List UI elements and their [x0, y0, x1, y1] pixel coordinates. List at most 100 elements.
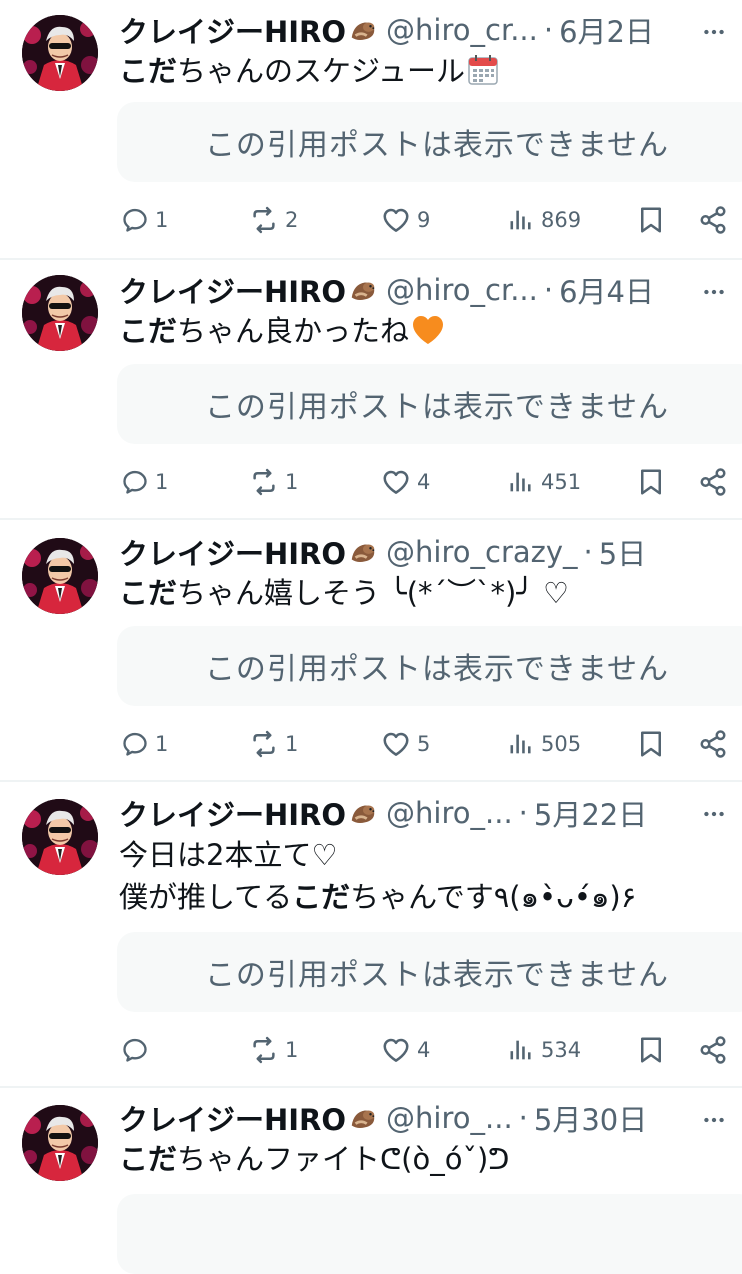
repost-count: 1 — [285, 732, 299, 756]
author-name[interactable]: クレイジーHIRO — [119, 1097, 346, 1139]
reply-button[interactable]: 1 — [121, 200, 168, 240]
views-button[interactable]: 505 — [507, 724, 581, 764]
like-count: 9 — [417, 208, 431, 232]
reply-button[interactable]: 1 — [121, 462, 168, 502]
text-line-2-pre: 僕が推してる — [119, 880, 293, 914]
repost-icon — [249, 467, 279, 497]
bookmark-button[interactable] — [636, 724, 666, 764]
like-count: 4 — [417, 470, 431, 494]
views-icon — [507, 468, 535, 496]
tweet-text: こだちゃん嬉しそう ╰(*´︶`*)╯ ♡ — [119, 572, 732, 614]
share-button[interactable] — [698, 200, 728, 240]
views-button[interactable]: 869 — [507, 200, 581, 240]
share-icon — [698, 467, 728, 497]
share-button[interactable] — [698, 462, 728, 502]
separator-dot: · — [543, 273, 554, 307]
views-button[interactable]: 534 — [507, 1030, 581, 1070]
otter-emoji-icon — [348, 275, 378, 305]
views-icon — [507, 1036, 535, 1064]
more-options-icon[interactable] — [698, 798, 730, 830]
quoted-post-unavailable[interactable]: この引用ポストは表示できません — [117, 102, 742, 182]
text-bold: こだ — [119, 1142, 178, 1176]
author-handle[interactable]: @hiro_... — [386, 796, 513, 830]
avatar[interactable] — [22, 15, 98, 91]
like-button[interactable]: 9 — [381, 200, 430, 240]
author-handle[interactable]: @hiro_crazy_ — [386, 535, 578, 569]
bookmark-button[interactable] — [636, 1030, 666, 1070]
bookmark-button[interactable] — [636, 462, 666, 502]
post-date[interactable]: 6月2日 — [559, 9, 654, 51]
like-button[interactable]: 5 — [381, 724, 430, 764]
share-icon — [698, 205, 728, 235]
text-bold: こだ — [119, 314, 178, 348]
repost-button[interactable]: 2 — [249, 200, 298, 240]
share-button[interactable] — [698, 1030, 728, 1070]
author-handle[interactable]: @hiro_... — [386, 1101, 513, 1135]
separator-dot: · — [518, 796, 528, 830]
repost-button[interactable]: 1 — [249, 724, 298, 764]
quoted-post-unavailable[interactable]: この引用ポストは表示できません — [117, 932, 742, 1012]
orange-heart-emoji-icon — [413, 316, 444, 344]
avatar[interactable] — [22, 538, 98, 614]
bookmark-icon — [636, 1035, 666, 1065]
views-button[interactable]: 451 — [507, 462, 581, 502]
author-name[interactable]: クレイジーHIRO — [119, 269, 346, 311]
post-date[interactable]: 6月4日 — [559, 269, 654, 311]
tweet-3[interactable]: クレイジーHIRO @hiro_crazy_ · 5日 こだちゃん嬉しそう ╰(… — [0, 520, 742, 780]
post-date[interactable]: 5月30日 — [534, 1097, 647, 1139]
tweet-4[interactable]: クレイジーHIRO @hiro_... · 5月22日 今日は2本立て♡ 僕が推… — [0, 782, 742, 1084]
tweet-2[interactable]: クレイジーHIRO @hiro_cr... · 6月4日 こだちゃん良かったね … — [0, 260, 742, 518]
more-options-icon[interactable] — [698, 276, 730, 308]
reply-icon — [121, 468, 149, 496]
text-line-2: 僕が推してるこだちゃんです٩(๑•̀ᴗ•́๑)۶ — [119, 876, 732, 918]
post-date[interactable]: 5日 — [599, 531, 646, 573]
repost-count: 1 — [285, 470, 299, 494]
author-name[interactable]: クレイジーHIRO — [119, 792, 346, 834]
author-handle[interactable]: @hiro_cr... — [386, 273, 538, 307]
more-options-icon[interactable] — [698, 1104, 730, 1136]
repost-icon — [249, 1035, 279, 1065]
calendar-emoji-icon — [468, 55, 498, 85]
quoted-post-unavailable[interactable]: この引用ポストは表示できません — [117, 364, 742, 444]
like-count: 5 — [417, 732, 431, 756]
quoted-post-card-partial[interactable] — [117, 1194, 742, 1274]
repost-count: 2 — [285, 208, 299, 232]
repost-button[interactable]: 1 — [249, 462, 298, 502]
text-rest: ちゃん嬉しそう ╰(*´︶`*)╯ ♡ — [177, 576, 569, 610]
author-name[interactable]: クレイジーHIRO — [119, 531, 346, 573]
otter-emoji-icon — [348, 1103, 378, 1133]
share-button[interactable] — [698, 724, 728, 764]
view-count: 534 — [541, 1038, 582, 1062]
post-date[interactable]: 5月22日 — [534, 792, 647, 834]
author-handle[interactable]: @hiro_cr... — [386, 13, 538, 47]
like-button[interactable]: 4 — [381, 1030, 430, 1070]
bookmark-button[interactable] — [636, 200, 666, 240]
views-icon — [507, 206, 535, 234]
author-name[interactable]: クレイジーHIRO — [119, 9, 346, 51]
text-bold: こだ — [119, 54, 178, 88]
bookmark-icon — [636, 467, 666, 497]
more-options-icon[interactable] — [698, 16, 730, 48]
avatar[interactable] — [22, 1105, 98, 1181]
heart-icon — [381, 205, 411, 235]
avatar[interactable] — [22, 275, 98, 351]
tweet-1[interactable]: クレイジーHIRO @hiro_cr... · 6月2日 こだちゃんのスケジュー… — [0, 0, 742, 258]
heart-icon — [381, 729, 411, 759]
tweet-text: 今日は2本立て♡ 僕が推してるこだちゃんです٩(๑•̀ᴗ•́๑)۶ — [119, 834, 732, 918]
reply-count: 1 — [155, 470, 169, 494]
repost-count: 1 — [285, 1038, 299, 1062]
repost-button[interactable]: 1 — [249, 1030, 298, 1070]
quoted-post-unavailable[interactable]: この引用ポストは表示できません — [117, 626, 742, 706]
tweet-text: こだちゃん良かったね — [119, 310, 732, 352]
share-icon — [698, 729, 728, 759]
separator-dot: · — [583, 535, 593, 569]
views-icon — [507, 730, 535, 758]
reply-button[interactable] — [121, 1030, 155, 1070]
avatar[interactable] — [22, 799, 98, 875]
bookmark-icon — [636, 205, 666, 235]
reply-button[interactable]: 1 — [121, 724, 168, 764]
bookmark-icon — [636, 729, 666, 759]
text-bold: こだ — [292, 880, 351, 914]
tweet-5[interactable]: クレイジーHIRO @hiro_... · 5月30日 こだちゃんファイトᕦ(ò… — [0, 1088, 742, 1274]
like-button[interactable]: 4 — [381, 462, 430, 502]
